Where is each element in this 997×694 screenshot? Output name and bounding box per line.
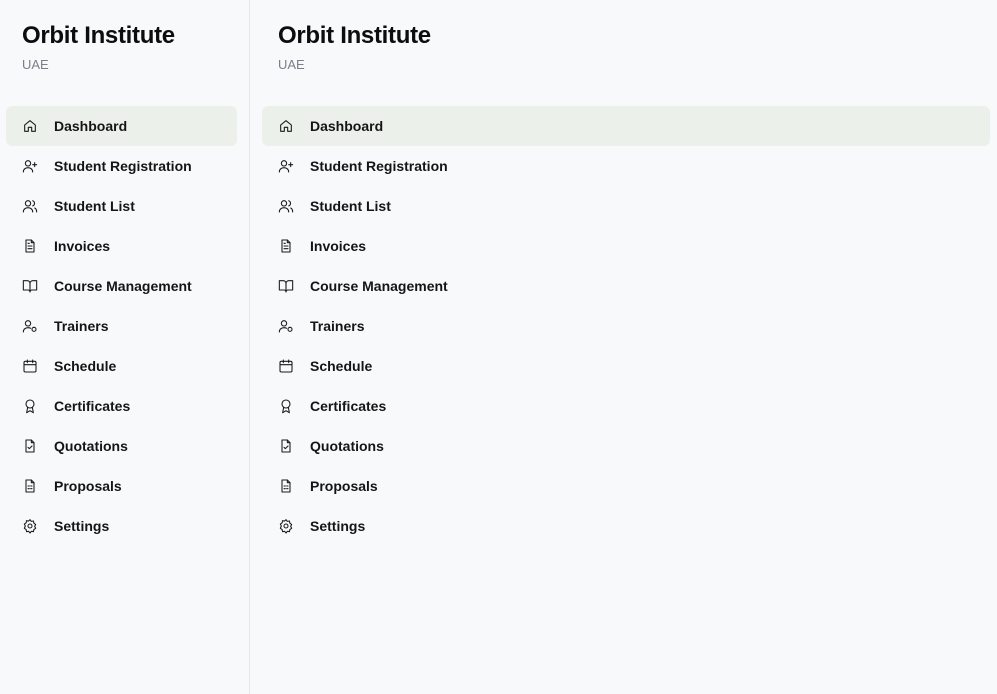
brand-subtitle: UAE	[22, 57, 49, 72]
expanded-nav: Dashboard Student Registration Student L…	[262, 106, 990, 546]
menu-item-quotations[interactable]: Quotations	[262, 426, 990, 466]
user-plus-icon	[22, 158, 38, 174]
sidebar: Orbit Institute UAE Dashboard Student Re…	[0, 0, 250, 694]
brand: Orbit Institute UAE	[278, 22, 431, 73]
menu-item-label: Student Registration	[310, 158, 448, 174]
menu-item-student-registration[interactable]: Student Registration	[262, 146, 990, 186]
menu-item-label: Certificates	[310, 398, 387, 414]
file-spreadsheet-icon	[278, 478, 294, 494]
gear-icon	[278, 518, 294, 534]
file-check-icon	[22, 438, 38, 454]
users-icon	[278, 198, 294, 214]
user-cog-icon	[22, 318, 38, 334]
brand-title: Orbit Institute	[278, 22, 431, 49]
menu-item-label: Course Management	[310, 278, 448, 294]
gear-icon	[22, 518, 38, 534]
sidebar-nav: Dashboard Student Registration Student L…	[6, 106, 237, 546]
menu-item-label: Trainers	[310, 318, 365, 334]
sidebar-item-course-management[interactable]: Course Management	[6, 266, 237, 306]
book-open-icon	[22, 278, 38, 294]
sidebar-item-label: Quotations	[54, 438, 128, 454]
user-plus-icon	[278, 158, 294, 174]
brand-title: Orbit Institute	[22, 22, 175, 49]
sidebar-item-proposals[interactable]: Proposals	[6, 466, 237, 506]
brand-subtitle: UAE	[278, 57, 305, 72]
menu-item-settings[interactable]: Settings	[262, 506, 990, 546]
sidebar-item-dashboard[interactable]: Dashboard	[6, 106, 237, 146]
sidebar-item-label: Dashboard	[54, 118, 128, 134]
book-open-icon	[278, 278, 294, 294]
sidebar-item-student-list[interactable]: Student List	[6, 186, 237, 226]
menu-item-trainers[interactable]: Trainers	[262, 306, 990, 346]
sidebar-item-label: Schedule	[54, 358, 117, 374]
home-icon	[22, 118, 38, 134]
sidebar-item-settings[interactable]: Settings	[6, 506, 237, 546]
menu-item-schedule[interactable]: Schedule	[262, 346, 990, 386]
menu-item-student-list[interactable]: Student List	[262, 186, 990, 226]
award-icon	[278, 398, 294, 414]
sidebar-item-certificates[interactable]: Certificates	[6, 386, 237, 426]
sidebar-item-label: Student List	[54, 198, 135, 214]
sidebar-item-quotations[interactable]: Quotations	[6, 426, 237, 466]
menu-item-proposals[interactable]: Proposals	[262, 466, 990, 506]
sidebar-item-label: Course Management	[54, 278, 192, 294]
file-text-icon	[278, 238, 294, 254]
sidebar-item-label: Invoices	[54, 238, 111, 254]
menu-item-dashboard[interactable]: Dashboard	[262, 106, 990, 146]
menu-item-label: Proposals	[310, 478, 378, 494]
award-icon	[22, 398, 38, 414]
brand: Orbit Institute UAE	[22, 22, 175, 73]
user-cog-icon	[278, 318, 294, 334]
menu-item-label: Dashboard	[310, 118, 384, 134]
users-icon	[22, 198, 38, 214]
calendar-icon	[278, 358, 294, 374]
file-spreadsheet-icon	[22, 478, 38, 494]
sidebar-item-student-registration[interactable]: Student Registration	[6, 146, 237, 186]
sidebar-item-label: Student Registration	[54, 158, 192, 174]
menu-item-label: Schedule	[310, 358, 373, 374]
menu-item-label: Quotations	[310, 438, 384, 454]
menu-item-certificates[interactable]: Certificates	[262, 386, 990, 426]
sidebar-item-schedule[interactable]: Schedule	[6, 346, 237, 386]
file-check-icon	[278, 438, 294, 454]
expanded-menu-panel: Orbit Institute UAE Dashboard Student Re…	[250, 0, 997, 694]
app-root: Orbit Institute UAE Dashboard Student Re…	[0, 0, 997, 694]
sidebar-item-label: Certificates	[54, 398, 131, 414]
sidebar-item-invoices[interactable]: Invoices	[6, 226, 237, 266]
sidebar-item-label: Trainers	[54, 318, 109, 334]
menu-item-label: Student List	[310, 198, 391, 214]
menu-item-invoices[interactable]: Invoices	[262, 226, 990, 266]
calendar-icon	[22, 358, 38, 374]
menu-item-label: Invoices	[310, 238, 367, 254]
home-icon	[278, 118, 294, 134]
file-text-icon	[22, 238, 38, 254]
sidebar-item-label: Proposals	[54, 478, 122, 494]
menu-item-course-management[interactable]: Course Management	[262, 266, 990, 306]
sidebar-item-trainers[interactable]: Trainers	[6, 306, 237, 346]
sidebar-item-label: Settings	[54, 518, 110, 534]
menu-item-label: Settings	[310, 518, 366, 534]
